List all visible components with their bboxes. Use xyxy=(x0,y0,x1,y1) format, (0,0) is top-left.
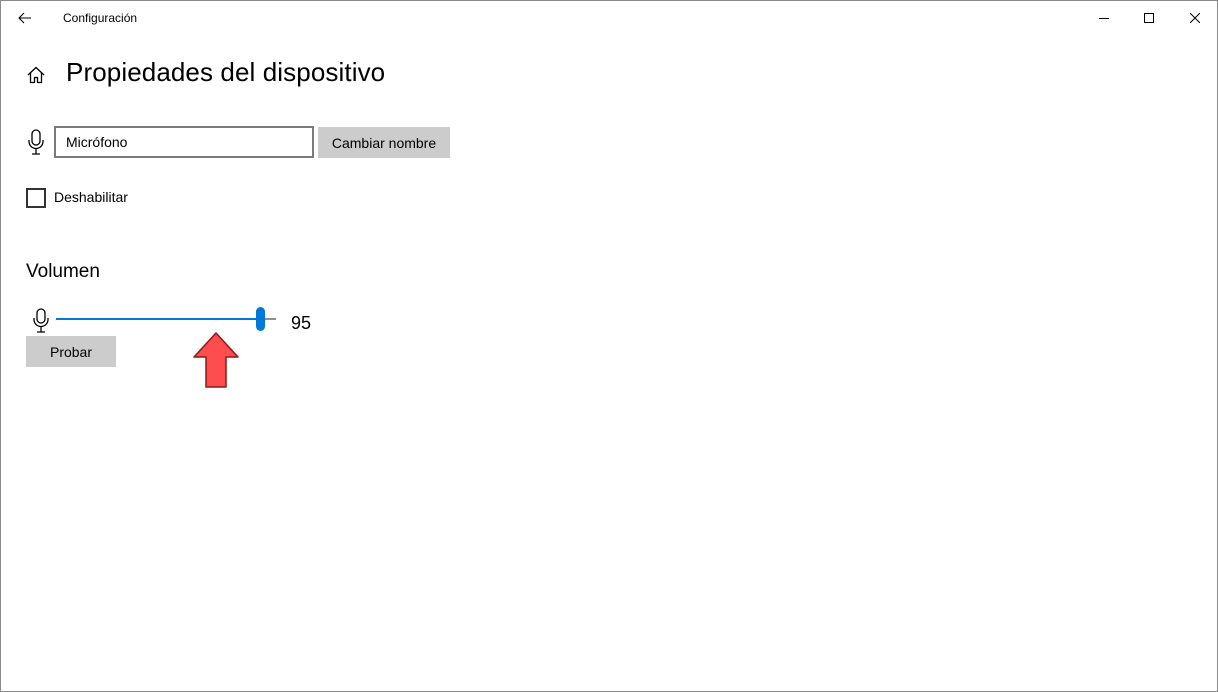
close-button[interactable] xyxy=(1172,1,1218,35)
back-arrow-icon xyxy=(18,12,31,24)
disable-checkbox[interactable] xyxy=(26,188,46,208)
rename-button[interactable]: Cambiar nombre xyxy=(318,127,450,158)
maximize-button[interactable] xyxy=(1126,1,1172,35)
home-icon xyxy=(27,66,45,84)
microphone-icon xyxy=(33,308,49,333)
disable-label[interactable]: Deshabilitar xyxy=(54,189,128,205)
minimize-button[interactable] xyxy=(1081,1,1127,35)
minimize-icon xyxy=(1099,18,1109,19)
settings-window: Configuración Propiedades del dispositiv… xyxy=(0,0,1218,692)
up-arrow-annotation-icon xyxy=(193,332,239,388)
back-button[interactable] xyxy=(10,3,40,33)
window-title: Configuración xyxy=(63,11,138,25)
slider-thumb[interactable] xyxy=(256,307,265,331)
microphone-icon xyxy=(28,129,44,155)
maximize-icon xyxy=(1144,13,1154,23)
slider-fill xyxy=(56,318,261,320)
volume-value: 95 xyxy=(291,313,312,333)
title-bar: Configuración xyxy=(1,1,1217,35)
volume-heading: Volumen xyxy=(26,261,100,282)
volume-slider[interactable] xyxy=(56,306,276,334)
page-title: Propiedades del dispositivo xyxy=(66,57,386,87)
test-button[interactable]: Probar xyxy=(26,336,116,367)
home-button[interactable] xyxy=(23,62,49,88)
device-name-input[interactable] xyxy=(54,126,314,158)
close-icon xyxy=(1190,13,1200,23)
